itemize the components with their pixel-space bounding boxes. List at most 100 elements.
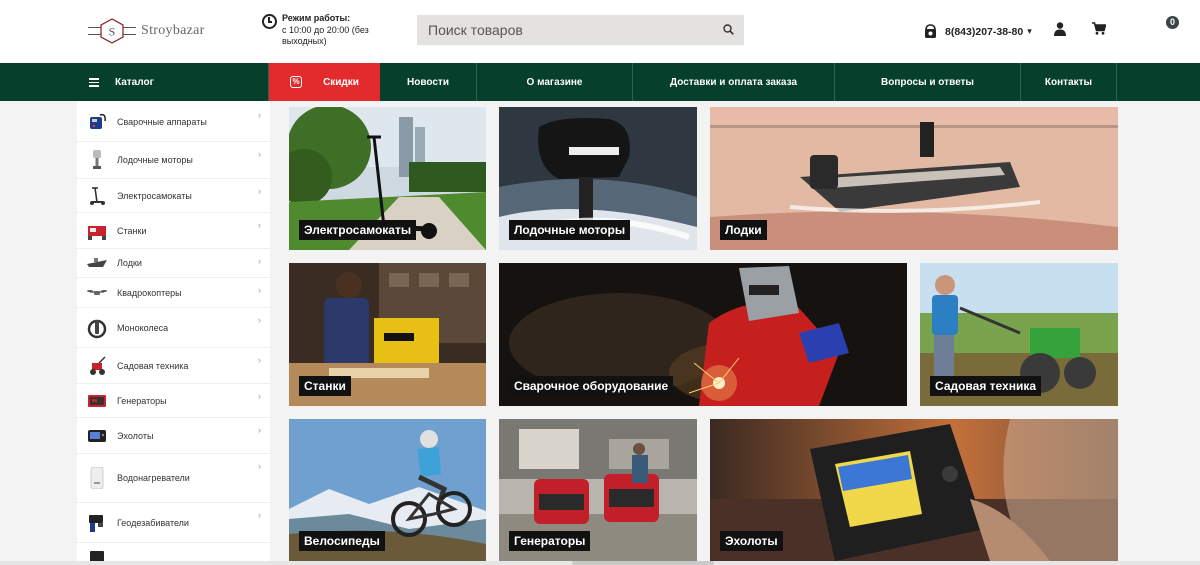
sidebar-item-boats[interactable]: Лодки › (77, 249, 270, 278)
sidebar-item-label: Станки (117, 225, 147, 236)
logo-mark: S (88, 16, 136, 46)
user-icon[interactable] (1054, 22, 1066, 36)
search-input[interactable] (417, 15, 707, 45)
sidebar-item-generators[interactable]: Генераторы › (77, 384, 270, 418)
tile-caption: Станки (299, 376, 351, 396)
phone-dropdown-icon[interactable]: ▾ (1027, 26, 1032, 37)
chevron-right-icon: › (258, 355, 261, 365)
fishfinder-icon (88, 429, 106, 442)
sidebar-item-machines[interactable]: Станки › (77, 213, 270, 249)
category-tile-boat-motors[interactable]: Лодочные моторы (499, 107, 697, 250)
nav-news-label: Новости (407, 76, 449, 88)
category-tile-generators[interactable]: Генераторы (499, 419, 697, 561)
sidebar-item-label: Генераторы (117, 395, 167, 406)
sidebar-item-nailers[interactable]: Геодезабиватели › (77, 503, 270, 543)
tile-caption: Сварочное оборудование (509, 376, 674, 396)
hours-text: с 10:00 до 20:00 (без выходных) (282, 24, 369, 47)
sidebar-item-scooters[interactable]: Электросамокаты › (77, 179, 270, 213)
chevron-right-icon: › (258, 510, 261, 520)
phone-block[interactable]: 8(843)207-38-80 ▾ (924, 24, 1032, 39)
nav-catalog-label: Каталог (115, 76, 154, 88)
nav-about[interactable]: О магазине (476, 63, 632, 101)
tile-caption: Лодочные моторы (509, 220, 631, 240)
clock-icon (262, 14, 277, 29)
discount-icon: % (290, 76, 303, 88)
tile-caption: Садовая техника (930, 376, 1042, 396)
working-hours: Режим работы: с 10:00 до 20:00 (без выхо… (262, 13, 382, 48)
water-heater-icon (90, 467, 104, 489)
cart-icon[interactable] (1092, 22, 1106, 35)
chevron-right-icon: › (258, 425, 261, 435)
cart-count-badge[interactable]: 0 (1166, 16, 1179, 29)
machine-tool-icon (88, 225, 106, 240)
nav-sale-label: Скидки (323, 76, 359, 88)
category-tile-scooters[interactable]: Электросамокаты (289, 107, 486, 250)
main-nav: Каталог % Скидки Новости О магазине Дост… (0, 63, 1200, 101)
sidebar-item-label: Лодки (117, 258, 142, 268)
logo-text: Stroybazar (141, 23, 205, 38)
nav-contacts-label: Контакты (1044, 76, 1093, 88)
category-tile-bicycles[interactable]: Велосипеды (289, 419, 486, 561)
nailer-icon (89, 514, 103, 532)
sidebar-item-label: Геодезабиватели (117, 517, 189, 528)
sidebar-item-label: Водонагреватели (117, 473, 190, 483)
nav-about-label: О магазине (526, 76, 583, 88)
chevron-right-icon: › (258, 256, 261, 266)
phone-icon (925, 24, 936, 38)
chevron-right-icon: › (258, 391, 261, 401)
nav-delivery-label: Доставки и оплата заказа (669, 76, 798, 88)
boat-icon (87, 258, 107, 267)
drone-icon (87, 289, 107, 295)
search-icon[interactable] (723, 24, 734, 35)
sidebar-item-label: Моноколеса (117, 322, 169, 333)
sidebar-item-monowheels[interactable]: Моноколеса › (77, 308, 270, 348)
menu-icon (89, 78, 99, 87)
page: S Stroybazar Режим работы: с 10:00 до 20… (0, 0, 1200, 565)
sidebar-item-label: Квадрокоптеры (117, 287, 182, 298)
category-tile-boats[interactable]: Лодки (710, 107, 1118, 250)
search-bar (417, 15, 744, 45)
phone-number[interactable]: 8(843)207-38-80 (945, 26, 1023, 38)
nav-sale[interactable]: % Скидки (269, 63, 380, 101)
nav-faq[interactable]: Вопросы и ответы (834, 63, 1020, 101)
nav-contacts[interactable]: Контакты (1020, 63, 1117, 101)
generator-icon (88, 394, 106, 407)
category-tile-fishfinders[interactable]: Эхолоты (710, 419, 1118, 561)
scooter-icon (90, 186, 105, 205)
nav-news[interactable]: Новости (380, 63, 476, 101)
sidebar-item-garden[interactable]: Садовая техника › (77, 348, 270, 384)
boat-motor-icon (93, 150, 101, 169)
chevron-right-icon: › (258, 461, 261, 471)
tile-caption: Велосипеды (299, 531, 385, 551)
sidebar-item-label: Лодочные моторы (117, 155, 193, 165)
sidebar-item-label: Эхолоты (117, 430, 154, 441)
chevron-right-icon: › (258, 285, 261, 295)
logo-letter: S (109, 25, 116, 39)
hours-title: Режим работы: (282, 13, 351, 23)
chevron-right-icon: › (258, 110, 261, 120)
sidebar-item-boat-motors[interactable]: Лодочные моторы › (77, 142, 270, 179)
tile-caption: Генераторы (509, 531, 591, 551)
logo[interactable]: S Stroybazar (88, 16, 208, 46)
category-tile-garden[interactable]: Садовая техника (920, 263, 1118, 406)
horizontal-scrollbar[interactable] (0, 561, 1200, 565)
chevron-right-icon: › (258, 315, 261, 325)
category-tile-welding[interactable]: Сварочное оборудование (499, 263, 907, 406)
chevron-right-icon: › (258, 149, 261, 159)
sidebar-item-welders[interactable]: Сварочные аппараты › (77, 103, 270, 142)
sidebar-item-label: Сварочные аппараты (117, 117, 207, 127)
nav-faq-label: Вопросы и ответы (881, 76, 974, 88)
scrollbar-thumb[interactable] (572, 561, 714, 565)
tile-caption: Лодки (720, 220, 767, 240)
chevron-right-icon: › (258, 186, 261, 196)
sidebar-item-fishfinders[interactable]: Эхолоты › (77, 418, 270, 454)
boats-photo (710, 107, 1118, 250)
category-tile-machines[interactable]: Станки (289, 263, 486, 406)
sidebar-item-water-heaters[interactable]: Водонагреватели › (77, 454, 270, 503)
site-header: S Stroybazar Режим работы: с 10:00 до 20… (0, 0, 1200, 63)
sidebar-item-drones[interactable]: Квадрокоптеры › (77, 278, 270, 308)
nav-catalog[interactable]: Каталог (77, 63, 269, 101)
nav-delivery[interactable]: Доставки и оплата заказа (632, 63, 834, 101)
chevron-right-icon: › (258, 220, 261, 230)
sidebar-item-label: Садовая техника (117, 360, 189, 371)
